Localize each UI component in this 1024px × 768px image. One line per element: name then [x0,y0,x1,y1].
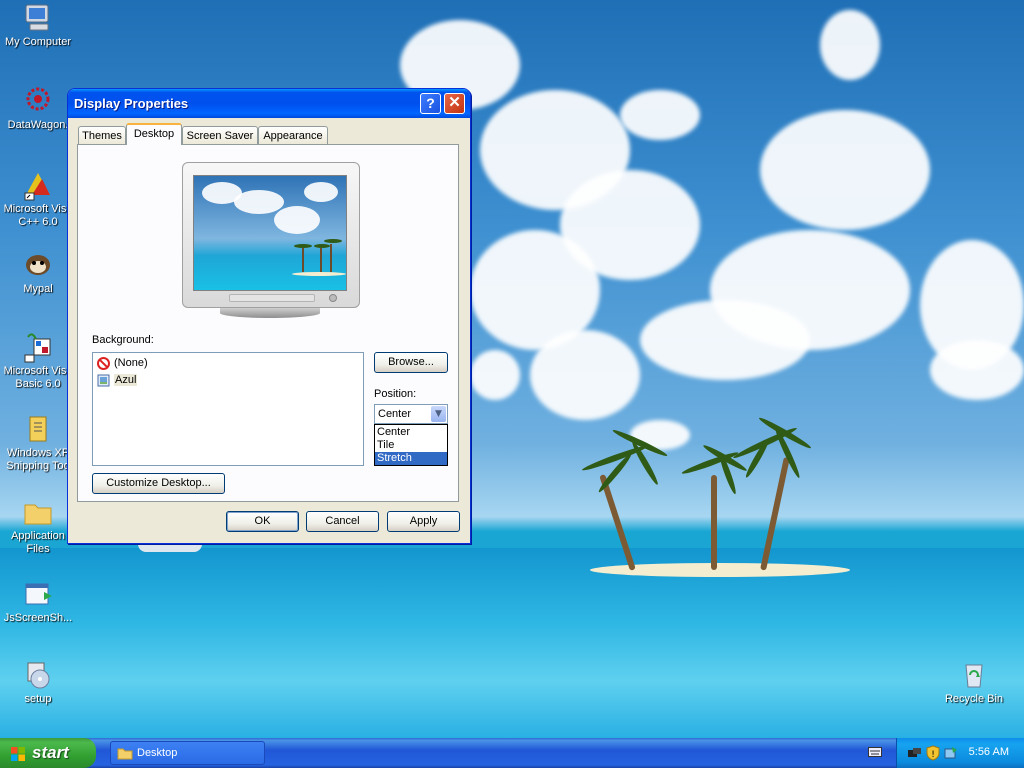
system-tray: ! 5:56 AM [896,738,1024,768]
update-icon[interactable] [943,745,959,761]
desktop-icon-jsscreenshot[interactable]: JsScreenSh... [0,578,78,625]
position-dropdown[interactable]: Center ▼ [374,404,448,424]
desktop-icon-my-computer[interactable]: My Computer [0,2,78,49]
visual-basic-icon [24,333,51,363]
computer-icon [25,4,49,31]
desktop-icon-label: JsScreenSh... [3,612,73,624]
monitor-frame [182,162,360,308]
image-file-icon [97,374,110,387]
tab-desktop[interactable]: Desktop [126,123,182,145]
svg-text:!: ! [931,750,935,760]
chevron-down-icon[interactable]: ▼ [431,406,446,422]
help-button[interactable]: ? [420,93,441,114]
apply-button[interactable]: Apply [387,511,460,532]
taskbar-item-desktop[interactable]: Desktop [110,741,265,765]
background-label: Background: [92,334,154,346]
tab-screen-saver[interactable]: Screen Saver [182,126,258,144]
windows-logo-icon [11,747,25,761]
list-item[interactable]: (None) [97,355,148,371]
keyboard-icon[interactable] [868,747,882,757]
folder-icon [24,504,52,525]
mypal-icon [26,255,50,275]
none-icon [97,356,110,370]
position-selected-value: Center [378,408,412,420]
network-icon[interactable] [907,745,923,761]
position-options-list[interactable]: Center Tile Stretch [374,424,448,466]
wallpaper-cloud [930,340,1024,400]
wallpaper-cloud [820,10,880,80]
taskbar-item-label: Desktop [137,747,178,759]
wallpaper-cloud [470,350,520,400]
window-title: Display Properties [74,96,189,111]
wallpaper-sea [0,548,1024,738]
snipping-tool-icon [29,416,47,442]
background-list[interactable]: (None) Azul [92,352,364,466]
desktop-icon-setup[interactable]: setup [0,659,78,706]
start-button[interactable]: start [0,738,96,768]
wallpaper-cloud [760,110,930,230]
title-bar[interactable]: Display Properties ? ✕ [68,89,470,118]
monitor-preview [182,162,360,318]
visual-cpp-icon [24,173,50,201]
desktop-icon-label: My Computer [4,36,72,48]
wallpaper-preview [193,175,347,291]
position-label: Position: [374,388,417,400]
customize-desktop-button[interactable]: Customize Desktop... [92,473,225,494]
ok-button[interactable]: OK [226,511,299,532]
list-item[interactable]: Azul [97,372,138,388]
list-item-label: Azul [114,374,138,386]
close-button[interactable]: ✕ [444,93,465,114]
dialog-body: Themes Desktop Screen Saver Appearance B… [72,118,466,539]
wallpaper-cloud [640,300,810,380]
security-shield-icon[interactable]: ! [925,745,941,761]
desktop-tab-panel: Background: (None) Azul Browse... Positi… [77,144,459,502]
cancel-button[interactable]: Cancel [306,511,379,532]
position-option-stretch[interactable]: Stretch [375,452,447,465]
jsscreenshot-icon [25,583,52,605]
browse-button[interactable]: Browse... [374,352,448,373]
setup-icon [27,662,50,689]
datawagon-icon [26,87,50,111]
tab-appearance[interactable]: Appearance [258,126,328,144]
taskbar: start Desktop ! 5:56 AM [0,738,1024,768]
start-label: start [32,743,69,762]
desktop-icon-label: Recycle Bin [944,693,1004,705]
list-item-label: (None) [114,357,148,369]
clock[interactable]: 5:56 AM [969,746,1009,758]
recycle-bin-icon [965,664,983,688]
wallpaper-cloud [530,330,640,420]
wallpaper-cloud [620,90,700,140]
tab-themes[interactable]: Themes [78,126,126,144]
monitor-stand [220,308,320,318]
desktop-icon-recycle-bin[interactable]: Recycle Bin [934,659,1014,706]
position-option-tile[interactable]: Tile [375,439,447,452]
desktop-icon-label: setup [24,693,52,705]
display-properties-dialog: Display Properties ? ✕ Themes Desktop Sc… [67,88,471,544]
position-option-center[interactable]: Center [375,426,447,439]
folder-icon [117,748,133,760]
